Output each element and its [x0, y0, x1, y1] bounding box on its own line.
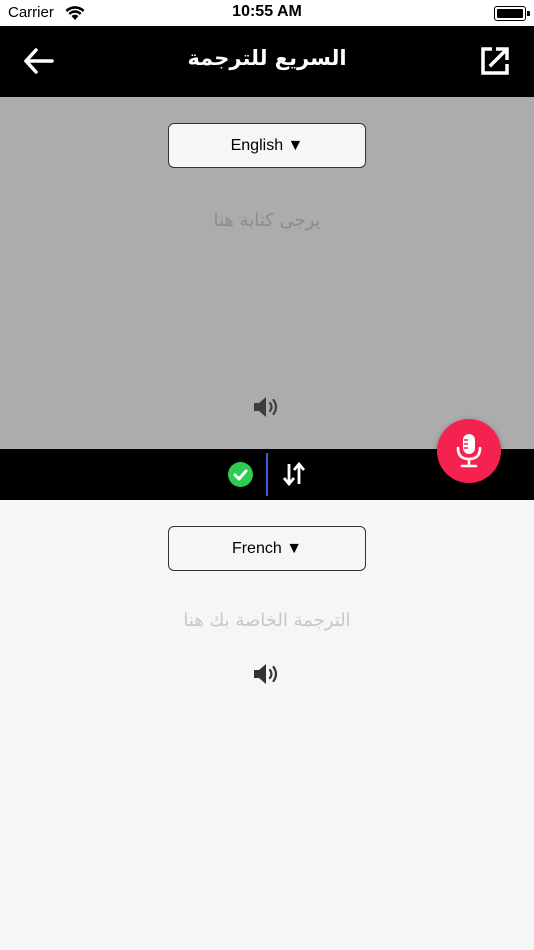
- speaker-icon: [254, 664, 278, 684]
- share-button[interactable]: [480, 46, 510, 76]
- swap-languages-button[interactable]: [282, 461, 306, 487]
- arrow-left-icon: [24, 48, 54, 74]
- source-panel: English ▼: [0, 97, 534, 449]
- nav-bar: السريع للترجمة: [0, 26, 534, 97]
- battery-icon: [494, 6, 530, 21]
- status-bar: Carrier 10:55 AM: [0, 0, 534, 26]
- page-title: السريع للترجمة: [187, 46, 347, 70]
- microphone-button[interactable]: [437, 419, 501, 483]
- divider: [266, 453, 268, 496]
- source-language-button[interactable]: English ▼: [168, 123, 366, 168]
- confirm-button[interactable]: [228, 462, 253, 487]
- speaker-icon: [254, 397, 278, 417]
- back-button[interactable]: [22, 46, 56, 76]
- clock: 10:55 AM: [232, 3, 302, 20]
- translation-output: الترجمة الخاصة بك هنا: [183, 610, 351, 631]
- target-language-button[interactable]: French ▼: [168, 526, 366, 571]
- microphone-icon: [456, 434, 482, 468]
- check-circle-icon: [233, 469, 248, 481]
- target-speaker-button[interactable]: [252, 661, 282, 687]
- target-panel: French ▼ الترجمة الخاصة بك هنا: [0, 500, 534, 950]
- swap-vertical-icon: [282, 461, 306, 487]
- source-speaker-button[interactable]: [252, 394, 282, 420]
- external-link-icon: [481, 47, 509, 75]
- source-text-input[interactable]: [40, 205, 494, 235]
